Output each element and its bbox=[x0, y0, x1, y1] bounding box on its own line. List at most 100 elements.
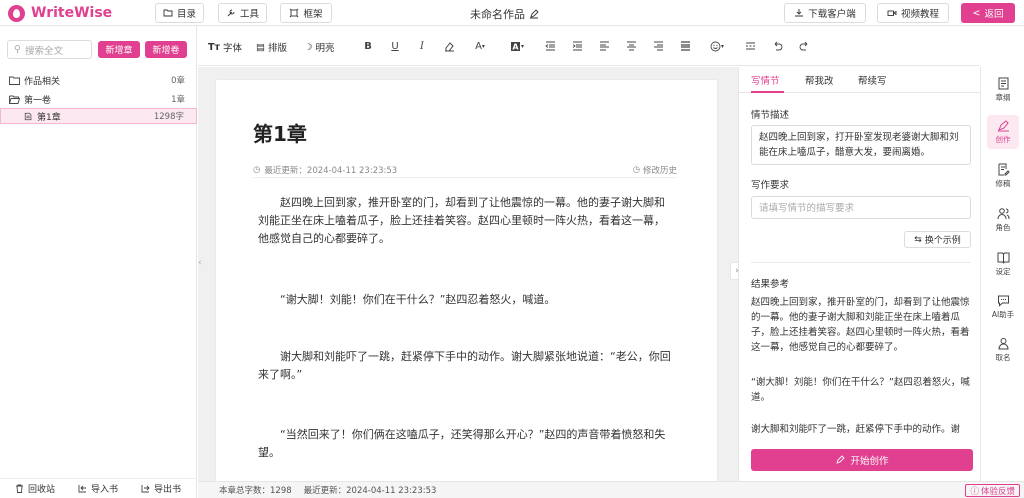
divider bbox=[751, 262, 971, 263]
divider-line-icon[interactable] bbox=[743, 39, 757, 53]
font-button[interactable]: Tт 字体 bbox=[208, 40, 242, 55]
collapse-left-icon[interactable]: ‹ bbox=[198, 258, 206, 274]
frame-button[interactable]: 框架 bbox=[280, 3, 332, 23]
new-chapter-button[interactable]: 新增章 bbox=[98, 41, 140, 58]
download-label: 下载客户端 bbox=[808, 9, 856, 20]
tools-label: 工具 bbox=[239, 9, 259, 20]
nav-label: 设定 bbox=[995, 267, 1011, 276]
right-nav: 章纲 创作 修稿 角色 设定 AI助手 取名 bbox=[980, 67, 1024, 481]
status-bar: 本章总字数：1298 最近更新：2024-04-11 23:23:53 ⓘ 体验… bbox=[198, 481, 1024, 498]
export-label: 导出书 bbox=[154, 485, 182, 495]
folder-icon bbox=[163, 9, 173, 17]
recycle-bin-button[interactable]: 回收站 bbox=[15, 482, 55, 495]
book-icon bbox=[997, 252, 1009, 264]
swap-example-button[interactable]: ⇆ 换个示例 bbox=[904, 231, 971, 248]
result-paragraph: “谢大脚！刘能！你们在干什么？”赵四忍着怒火，喊道。 bbox=[751, 377, 970, 403]
align-center-icon[interactable] bbox=[624, 39, 638, 53]
document-icon bbox=[24, 112, 32, 120]
tree-item-count: 1章 bbox=[171, 95, 185, 105]
tree-item-chapter-1[interactable]: 第1章 1298字 bbox=[0, 108, 197, 124]
folder-icon bbox=[9, 76, 20, 85]
search-input[interactable]: ⚲ 搜索全文 bbox=[7, 40, 92, 59]
tab-continue[interactable]: 帮续写 bbox=[858, 73, 887, 87]
editor-page[interactable]: 第1章 ◷ 最近更新：2024-04-11 23:23:53 ◷ 修改历史 赵四… bbox=[216, 80, 717, 498]
history-button[interactable]: ◷ 修改历史 bbox=[633, 164, 677, 176]
back-button[interactable]: < 返回 bbox=[961, 3, 1015, 23]
layout-label: 排版 bbox=[267, 43, 287, 54]
app-logo[interactable]: WriteWise bbox=[8, 4, 112, 22]
download-icon bbox=[795, 9, 804, 17]
import-label: 导入书 bbox=[91, 485, 119, 495]
tab-write-plot[interactable]: 写情节 bbox=[751, 73, 780, 87]
video-tutorial-button[interactable]: 视频教程 bbox=[877, 3, 949, 23]
chapter-title[interactable]: 第1章 bbox=[253, 118, 307, 147]
feedback-button[interactable]: ⓘ 体验反馈 bbox=[965, 484, 1020, 497]
nav-characters[interactable]: 角色 bbox=[987, 203, 1019, 237]
chat-icon bbox=[997, 295, 1009, 307]
feedback-label: 体验反馈 bbox=[980, 486, 1015, 497]
tree-item-label: 作品相关 bbox=[24, 76, 61, 87]
swap-icon: ⇆ bbox=[914, 234, 922, 245]
tree-item-works[interactable]: 作品相关 0章 bbox=[0, 72, 197, 88]
theme-label: 明亮 bbox=[315, 43, 335, 54]
catalog-button[interactable]: 目录 bbox=[155, 3, 204, 23]
bold-icon[interactable]: B bbox=[361, 39, 375, 53]
indent-decrease-icon[interactable] bbox=[543, 39, 557, 53]
back-arrow-icon: < bbox=[972, 7, 981, 19]
ai-panel: 写情节 帮我改 帮续写 情节描述 赵四晚上回到家，打开卧室发现老婆谢大脚和刘能在… bbox=[738, 67, 983, 481]
underline-icon[interactable]: U bbox=[388, 39, 402, 53]
tools-button[interactable]: 工具 bbox=[218, 3, 267, 23]
paragraph[interactable]: 赵四晚上回到家，推开卧室的门，却看到了让他震惊的一幕。他的妻子谢大脚和刘能正坐在… bbox=[258, 194, 674, 248]
requirement-input[interactable]: 请填写情节的描写要求 bbox=[751, 196, 971, 219]
document-title[interactable]: 未命名作品 bbox=[470, 6, 539, 22]
layout-icon: ▤ bbox=[256, 41, 265, 53]
tree-item-volume-1[interactable]: 第一卷 1章 bbox=[0, 91, 197, 107]
pen-icon bbox=[836, 455, 846, 464]
plot-label: 情节描述 bbox=[751, 110, 790, 121]
tab-help-revise[interactable]: 帮我改 bbox=[805, 73, 834, 87]
export-book-button[interactable]: 导出书 bbox=[141, 482, 181, 495]
active-tab-indicator bbox=[751, 91, 784, 93]
nav-label: AI助手 bbox=[991, 310, 1015, 319]
paragraph[interactable]: 谢大脚和刘能吓了一跳，赶紧停下手中的动作。谢大脚紧张地说道：“老公，你回来了啊。… bbox=[258, 348, 674, 384]
layout-button[interactable]: ▤ 排版 bbox=[256, 40, 287, 55]
nav-ai-assistant[interactable]: AI助手 bbox=[987, 290, 1019, 324]
paragraph[interactable]: “谢大脚！刘能！你们在干什么？”赵四忍着怒火，喊道。 bbox=[258, 291, 674, 309]
nav-label: 取名 bbox=[995, 353, 1011, 362]
nav-settings[interactable]: 设定 bbox=[987, 247, 1019, 281]
undo-icon[interactable] bbox=[770, 39, 784, 53]
help-icon: ⓘ bbox=[970, 486, 979, 497]
redo-icon[interactable] bbox=[797, 39, 811, 53]
indent-increase-icon[interactable] bbox=[570, 39, 584, 53]
font-color-icon[interactable]: A ▾ bbox=[469, 39, 491, 53]
result-paragraph: 谢大脚和刘能吓了一跳，赶紧停下手中的动作。谢 bbox=[751, 424, 961, 435]
nav-outline[interactable]: 章纲 bbox=[987, 73, 1019, 107]
new-volume-button[interactable]: 新增卷 bbox=[145, 41, 187, 58]
clock-icon: ◷ bbox=[253, 164, 261, 175]
search-placeholder: 搜索全文 bbox=[24, 45, 63, 57]
italic-icon[interactable]: I bbox=[415, 39, 429, 53]
result-paragraph: 赵四晚上回到家，推开卧室的门，却看到了让他震惊的一幕。他的妻子谢大脚和刘能正坐在… bbox=[751, 297, 970, 353]
paragraph[interactable]: “当然回来了！你们俩在这嗑瓜子，还笑得那么开心？”赵四的声音带着愤怒和失望。 bbox=[258, 426, 674, 462]
theme-button[interactable]: ☽ 明亮 bbox=[304, 40, 335, 55]
start-writing-button[interactable]: 开始创作 bbox=[751, 449, 973, 471]
plot-textarea[interactable]: 赵四晚上回到家，打开卧室发现老婆谢大脚和刘能在床上嗑瓜子，醋意大发，要闹离婚。 bbox=[751, 125, 971, 165]
align-justify-icon[interactable] bbox=[678, 39, 692, 53]
export-icon bbox=[141, 485, 150, 493]
search-icon: ⚲ bbox=[14, 44, 21, 55]
nav-naming[interactable]: 取名 bbox=[987, 333, 1019, 367]
eraser-icon[interactable] bbox=[442, 39, 456, 53]
import-book-button[interactable]: 导入书 bbox=[78, 482, 118, 495]
download-client-button[interactable]: 下载客户端 bbox=[784, 3, 866, 23]
history-label: 修改历史 bbox=[642, 165, 677, 176]
nav-create[interactable]: 创作 bbox=[987, 115, 1019, 149]
edit-pencil-icon[interactable] bbox=[529, 9, 539, 19]
highlight-icon[interactable]: A ▾ bbox=[506, 39, 528, 53]
recycle-label: 回收站 bbox=[28, 485, 56, 495]
nav-revise[interactable]: 修稿 bbox=[987, 159, 1019, 193]
emoji-icon[interactable]: ▾ bbox=[706, 39, 728, 53]
align-left-icon[interactable] bbox=[597, 39, 611, 53]
history-icon: ◷ bbox=[632, 164, 640, 175]
doc-title-text: 未命名作品 bbox=[470, 8, 525, 21]
align-right-icon[interactable] bbox=[651, 39, 665, 53]
